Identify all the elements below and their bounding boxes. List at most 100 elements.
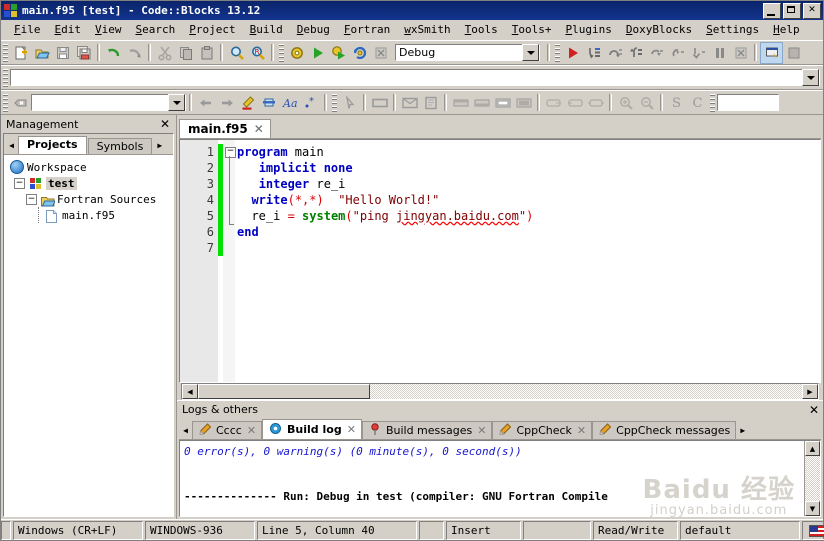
close-icon[interactable]: ✕	[347, 423, 356, 436]
scrollbar-track[interactable]	[805, 456, 820, 501]
chevron-down-icon[interactable]	[522, 44, 539, 61]
close-icon[interactable]: ✕	[809, 403, 819, 417]
stretch-icon[interactable]	[585, 93, 606, 113]
expander-collapse-icon[interactable]: −	[26, 193, 37, 205]
panel-icon[interactable]	[369, 93, 390, 113]
toolbar-grip[interactable]	[3, 43, 8, 62]
run-icon[interactable]	[307, 43, 328, 63]
menu-item-settings[interactable]: Settings	[699, 21, 766, 38]
log-vertical-scrollbar[interactable]: ▲ ▼	[804, 441, 820, 516]
log-tab-build-messages[interactable]: Build messages ✕	[361, 421, 493, 439]
menu-item-plugins[interactable]: Plugins	[559, 21, 619, 38]
log-tab-cccc[interactable]: Cccc ✕	[192, 421, 263, 439]
next-instruction-icon[interactable]	[667, 43, 688, 63]
fill-icon[interactable]	[513, 93, 534, 113]
match-case-icon[interactable]: Aa	[279, 93, 300, 113]
close-icon[interactable]: ✕	[160, 117, 173, 131]
next-line-icon[interactable]	[646, 43, 667, 63]
menu-item-tools-[interactable]: Tools+	[505, 21, 559, 38]
align-top-icon[interactable]	[450, 93, 471, 113]
clear-search-icon[interactable]	[10, 93, 31, 113]
build-icon[interactable]	[286, 43, 307, 63]
close-icon[interactable]: ✕	[247, 424, 256, 437]
extra-toolbar-field[interactable]	[717, 94, 779, 111]
keyboard-layout-cell[interactable]	[802, 521, 824, 540]
debugging-windows-icon[interactable]	[760, 41, 783, 64]
undo-icon[interactable]	[103, 43, 124, 63]
log-tab-cppcheck[interactable]: CppCheck ✕	[492, 421, 593, 439]
toolbar-grip[interactable]	[710, 93, 715, 112]
various-info-icon[interactable]	[783, 43, 804, 63]
expander-collapse-icon[interactable]: −	[14, 177, 25, 189]
tab-projects[interactable]: Projects	[18, 136, 87, 154]
chevron-right-icon[interactable]: ▶	[736, 422, 750, 439]
scroll-up-icon[interactable]: ▲	[805, 441, 820, 456]
chevron-down-icon[interactable]	[168, 94, 185, 111]
menu-item-doxyblocks[interactable]: DoxyBlocks	[619, 21, 699, 38]
tree-item-main-f95[interactable]: main.f95	[8, 207, 173, 223]
abort-build-icon[interactable]	[370, 43, 391, 63]
menu-item-debug[interactable]: Debug	[290, 21, 337, 38]
zoom-out-icon[interactable]	[636, 93, 657, 113]
debug-continue-icon[interactable]	[562, 43, 583, 63]
smith-c-icon[interactable]: C	[687, 93, 708, 113]
close-button[interactable]: ✕	[803, 2, 821, 19]
menu-item-wxsmith[interactable]: wxSmith	[397, 21, 457, 38]
build-and-run-icon[interactable]	[328, 43, 349, 63]
chevron-right-icon[interactable]: ▶	[153, 137, 167, 154]
step-over-icon[interactable]	[604, 43, 625, 63]
bookmark-icon[interactable]	[258, 93, 279, 113]
chevron-left-icon[interactable]: ◀	[179, 422, 192, 439]
stop-debugger-icon[interactable]	[730, 43, 751, 63]
code-editor[interactable]: 1 2 3 4 5 6 7 − program main implicit none int…	[179, 139, 821, 383]
save-icon[interactable]	[52, 43, 73, 63]
zoom-in-icon[interactable]	[615, 93, 636, 113]
menu-item-file[interactable]: File	[7, 21, 48, 38]
align-bottom-icon[interactable]	[471, 93, 492, 113]
back-icon[interactable]	[195, 93, 216, 113]
break-debugger-icon[interactable]	[709, 43, 730, 63]
save-all-icon[interactable]	[73, 43, 94, 63]
frame-icon[interactable]	[420, 93, 441, 113]
log-tab-cppcheck-messages[interactable]: CppCheck messages	[592, 421, 737, 439]
forward-icon[interactable]	[216, 93, 237, 113]
regex-icon[interactable]: *	[300, 93, 321, 113]
menu-item-tools[interactable]: Tools	[458, 21, 505, 38]
close-icon[interactable]: ✕	[254, 122, 264, 136]
copy-icon[interactable]	[175, 43, 196, 63]
editor-tab-main-f95[interactable]: main.f95 ✕	[179, 119, 271, 138]
highlight-icon[interactable]	[237, 93, 258, 113]
code-content[interactable]: program main implicit none integer re_i …	[235, 140, 820, 382]
scroll-left-icon[interactable]: ◀	[182, 384, 198, 399]
fold-margin[interactable]: −	[223, 140, 236, 382]
maximize-button[interactable]	[783, 2, 801, 19]
open-file-icon[interactable]	[31, 43, 52, 63]
smith-s-icon[interactable]: S	[666, 93, 687, 113]
menu-item-view[interactable]: View	[88, 21, 129, 38]
menu-item-search[interactable]: Search	[129, 21, 183, 38]
paste-icon[interactable]	[196, 43, 217, 63]
replace-icon[interactable]: R	[247, 43, 268, 63]
step-out-icon[interactable]	[625, 43, 646, 63]
close-icon[interactable]: ✕	[477, 424, 486, 437]
align-middle-icon[interactable]	[492, 93, 513, 113]
toolbar-grip[interactable]	[332, 93, 337, 112]
chevron-left-icon[interactable]: ◀	[5, 137, 18, 154]
new-file-icon[interactable]	[10, 43, 31, 63]
scrollbar-thumb[interactable]	[198, 384, 370, 399]
menu-item-build[interactable]: Build	[243, 21, 290, 38]
redo-icon[interactable]	[124, 43, 145, 63]
toolbar-grip[interactable]	[3, 93, 8, 112]
editor-horizontal-scrollbar[interactable]: ◀ ▶	[181, 383, 819, 400]
tab-symbols[interactable]: Symbols	[87, 138, 153, 154]
tree-item-fortran-sources[interactable]: − Fortran Sources	[8, 191, 173, 207]
minimize-button[interactable]	[763, 2, 781, 19]
search-input[interactable]	[31, 94, 186, 111]
menu-item-project[interactable]: Project	[182, 21, 242, 38]
scroll-right-icon[interactable]: ▶	[802, 384, 818, 399]
toolbar-grip[interactable]	[555, 43, 560, 62]
menu-item-edit[interactable]: Edit	[48, 21, 89, 38]
find-icon[interactable]	[226, 43, 247, 63]
step-into-icon[interactable]	[583, 43, 604, 63]
tree-item-workspace[interactable]: Workspace	[8, 159, 173, 175]
